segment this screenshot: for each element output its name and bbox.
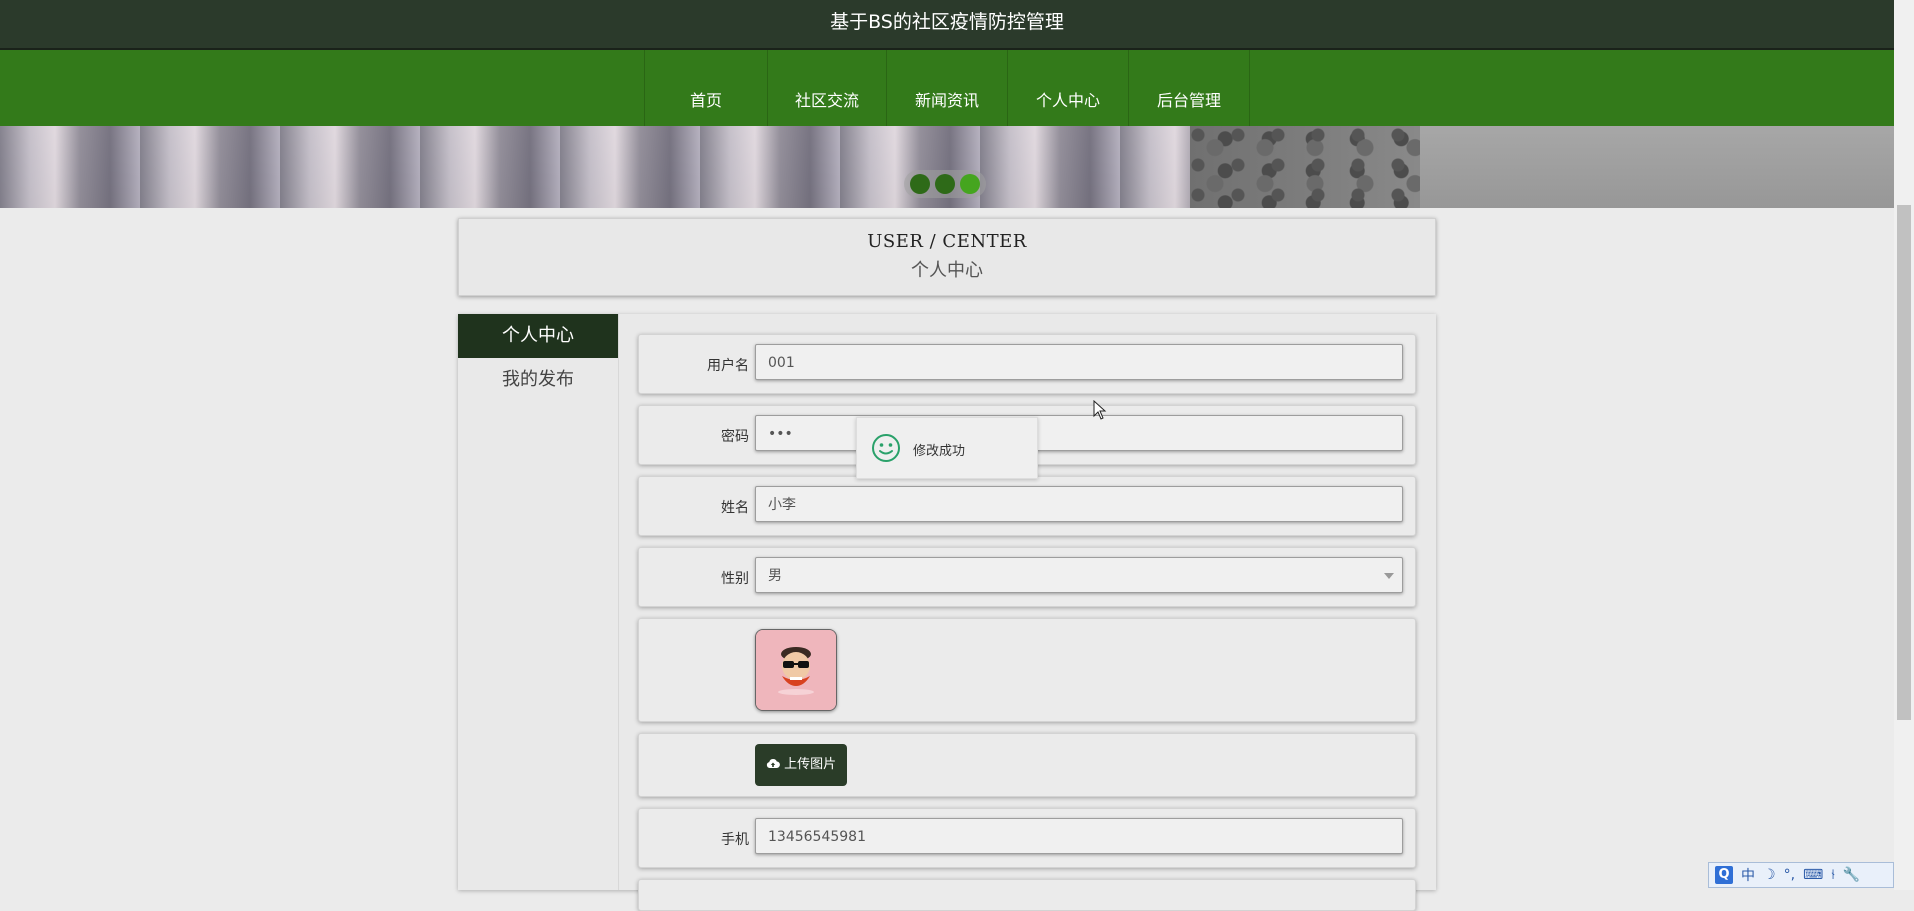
toast-message: 修改成功 (913, 444, 966, 459)
name-input[interactable]: 小李 (755, 486, 1403, 522)
mouse-cursor-icon (1093, 399, 1107, 424)
gender-select-value: 男 (768, 568, 782, 584)
username-label: 用户名 (707, 358, 749, 374)
form-row-avatar (638, 618, 1416, 722)
main-nav: 首页 社区交流 新闻资讯 个人中心 后台管理 (0, 50, 1894, 126)
page-title-box: USER / CENTER 个人中心 (458, 218, 1436, 296)
form-row-phone: 手机 13456545981 (638, 808, 1416, 868)
carousel-dot-3[interactable] (960, 174, 980, 194)
carousel-indicators (904, 170, 986, 198)
gender-label: 性别 (721, 571, 749, 587)
sidebar-item-my-posts[interactable]: 我的发布 (458, 358, 618, 402)
upload-image-button[interactable]: 上传图片 (755, 744, 847, 786)
password-input[interactable]: ••• (755, 415, 1403, 451)
form-row-name: 姓名 小李 (638, 476, 1416, 536)
punctuation-icon[interactable]: °, (1784, 867, 1795, 883)
page-title-en: USER / CENTER (867, 231, 1027, 252)
form-row-username: 用户名 001 (638, 334, 1416, 394)
nav-item-home[interactable]: 首页 (644, 50, 767, 126)
page-title-zh: 个人中心 (911, 260, 983, 281)
sidebar-item-user-center[interactable]: 个人中心 (458, 314, 618, 358)
ime-toolbar: Q 中 ☽ °, ⌨ ⫮ 🔧 (1708, 862, 1894, 888)
phone-label: 手机 (721, 832, 749, 848)
scrollbar-thumb[interactable] (1897, 205, 1911, 720)
wrench-icon[interactable]: 🔧 (1843, 867, 1860, 883)
site-title: 基于BS的社区疫情防控管理 (830, 11, 1064, 33)
sidebar-menu: 个人中心 我的发布 (458, 314, 619, 890)
ime-logo-icon[interactable]: Q (1715, 866, 1733, 884)
phone-input[interactable]: 13456545981 (755, 818, 1403, 854)
smile-icon (871, 433, 901, 467)
carousel-dot-1[interactable] (910, 174, 930, 194)
form-row-gender: 性别 男 (638, 547, 1416, 607)
password-label: 密码 (721, 429, 749, 445)
user-center-panel: 个人中心 我的发布 用户名 001 密码 ••• 姓名 小李 性别 男 上传图片… (458, 314, 1436, 911)
name-label: 姓名 (721, 500, 749, 516)
nav-item-admin[interactable]: 后台管理 (1128, 50, 1250, 126)
nav-item-user-center[interactable]: 个人中心 (1007, 50, 1128, 126)
page-scrollbar[interactable] (1894, 0, 1914, 890)
upload-button-label: 上传图片 (784, 757, 837, 772)
chevron-down-icon (1384, 573, 1394, 579)
site-title-bar: 基于BS的社区疫情防控管理 (0, 0, 1894, 50)
avatar-image[interactable] (755, 629, 837, 711)
form-row-upload: 上传图片 (638, 733, 1416, 797)
form-row-next (638, 879, 1416, 911)
cloud-upload-icon (766, 757, 784, 772)
success-toast: 修改成功 (856, 417, 1038, 479)
carousel-dot-2[interactable] (935, 174, 955, 194)
ime-mode-indicator[interactable]: 中 (1741, 865, 1755, 885)
nav-item-community[interactable]: 社区交流 (767, 50, 886, 126)
gender-select[interactable]: 男 (755, 557, 1403, 593)
moon-icon[interactable]: ☽ (1763, 867, 1776, 883)
split-icon[interactable]: ⫮ (1831, 867, 1835, 883)
nav-item-news[interactable]: 新闻资讯 (886, 50, 1007, 126)
keyboard-icon[interactable]: ⌨ (1803, 867, 1823, 883)
username-input[interactable]: 001 (755, 344, 1403, 380)
